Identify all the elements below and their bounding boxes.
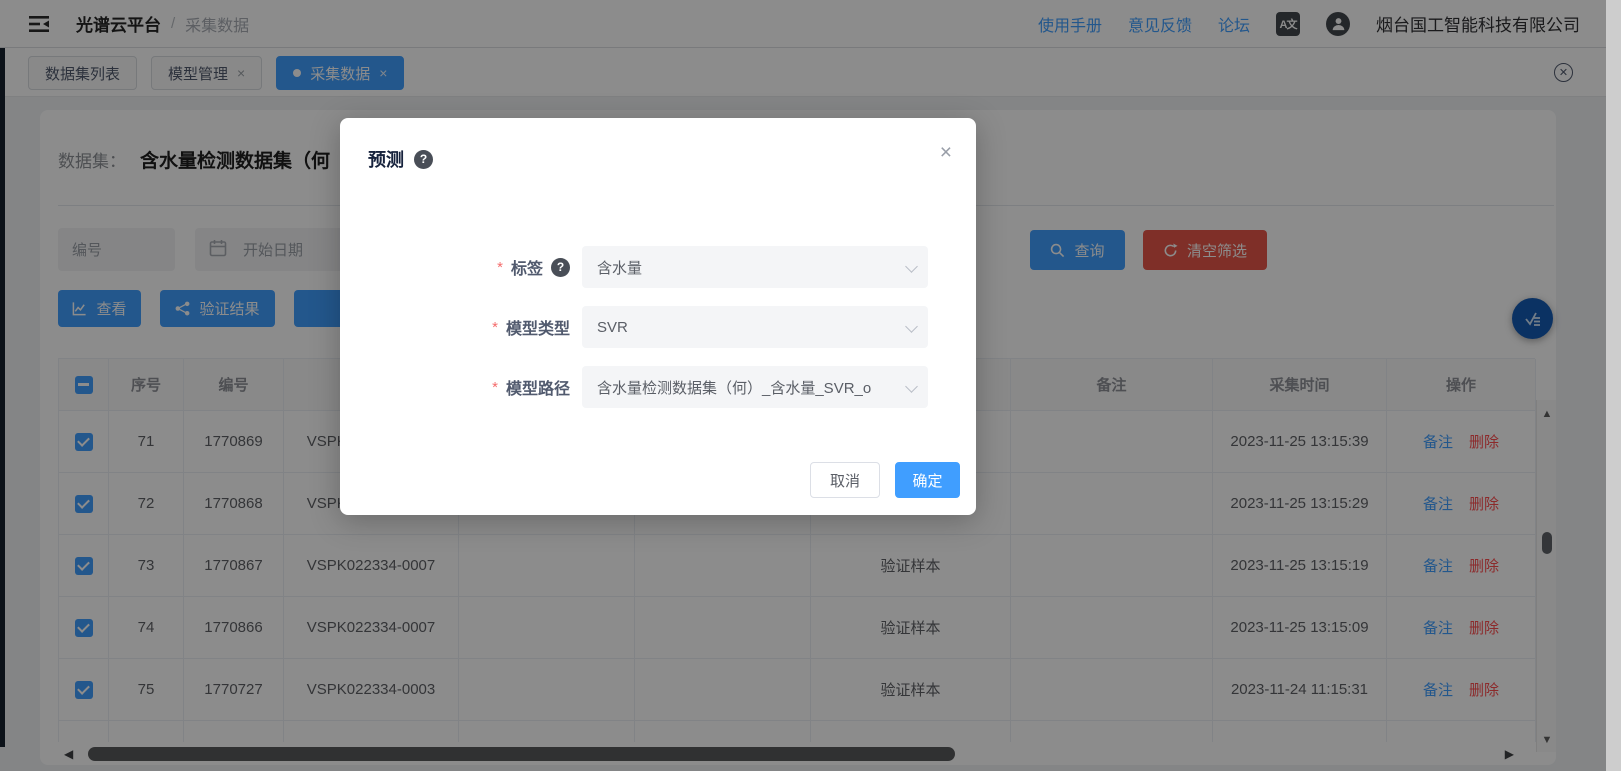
modal-help-icon[interactable]: ? (414, 150, 433, 169)
model-path-select[interactable]: 含水量检测数据集（何）_含水量_SVR_o (582, 366, 928, 408)
model-type-field-label: 模型类型 (506, 315, 570, 339)
cancel-button[interactable]: 取消 (810, 462, 880, 498)
label-select[interactable]: 含水量 (582, 246, 928, 288)
chevron-down-icon (905, 380, 918, 393)
prediction-modal: 预测 ? × * 标签 ? 含水量 * 模型类型 SVR (340, 118, 976, 515)
model-path-field-label: 模型路径 (506, 375, 570, 399)
model-path-select-value: 含水量检测数据集（何）_含水量_SVR_o (597, 377, 871, 398)
model-type-select-value: SVR (597, 319, 628, 336)
label-help-icon[interactable]: ? (551, 258, 570, 277)
required-asterisk: * (492, 319, 498, 336)
chevron-down-icon (905, 260, 918, 273)
model-type-select[interactable]: SVR (582, 306, 928, 348)
label-field-row: * 标签 ? 含水量 (340, 246, 976, 288)
label-field-label: 标签 (511, 255, 543, 279)
required-asterisk: * (497, 259, 503, 276)
model-type-field-row: * 模型类型 SVR (340, 306, 976, 348)
app-window: 光谱云平台 / 采集数据 使用手册 意见反馈 论坛 A文 烟台国工智能科技有限公… (0, 0, 1606, 771)
chevron-down-icon (905, 320, 918, 333)
confirm-button[interactable]: 确定 (895, 462, 960, 498)
label-select-value: 含水量 (597, 257, 642, 278)
model-path-field-row: * 模型路径 含水量检测数据集（何）_含水量_SVR_o (340, 366, 976, 408)
modal-title: 预测 (368, 146, 404, 172)
required-asterisk: * (492, 379, 498, 396)
modal-close-icon[interactable]: × (940, 142, 952, 163)
